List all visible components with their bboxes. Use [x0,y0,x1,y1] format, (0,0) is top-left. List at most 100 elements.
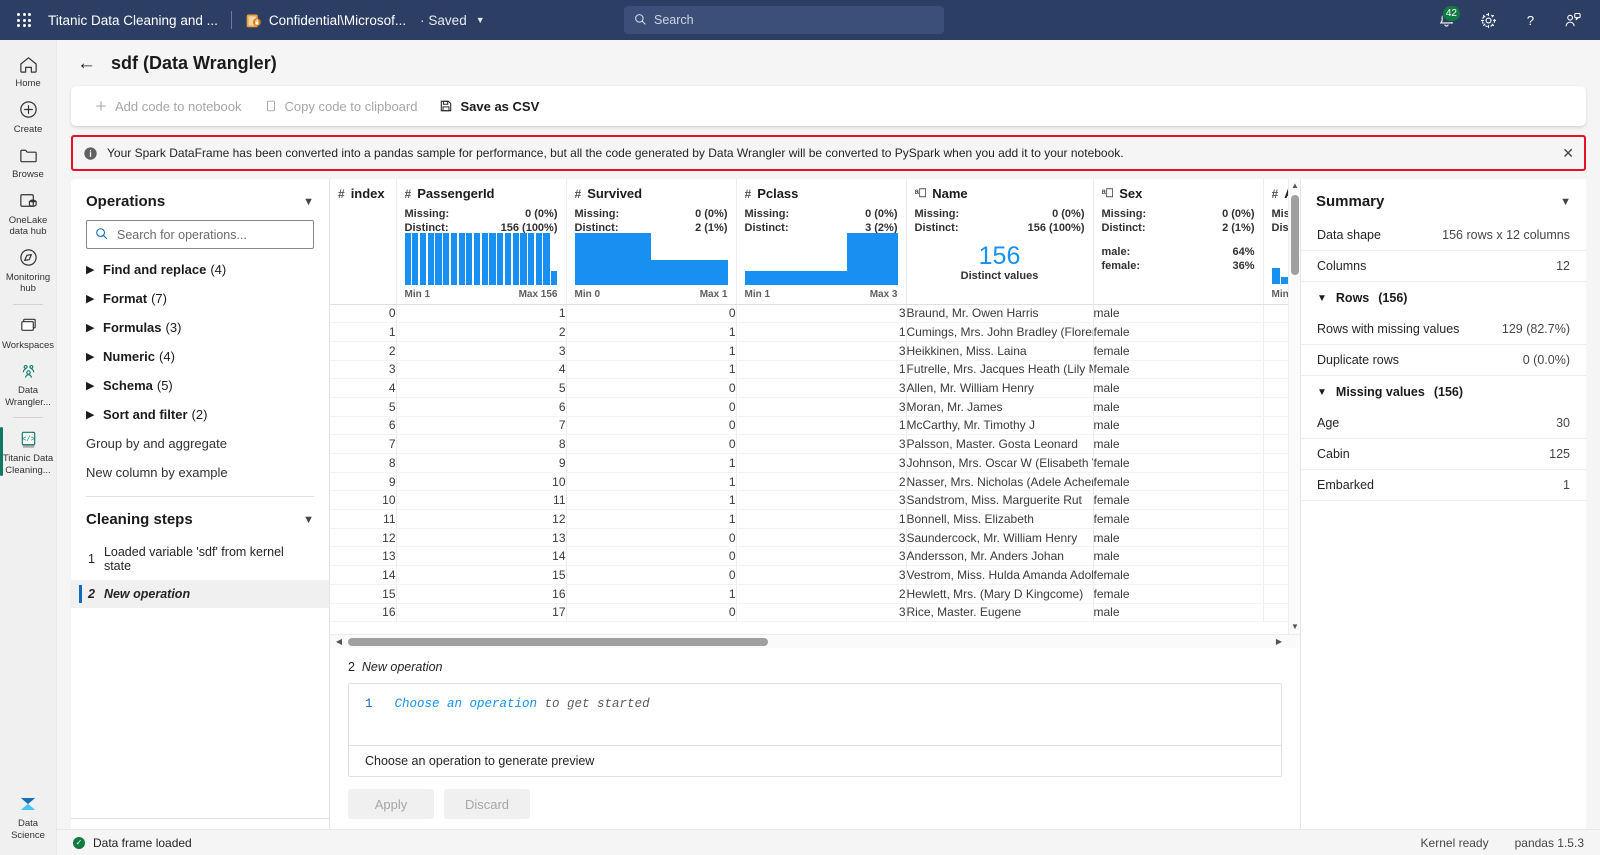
table-cell-index[interactable]: 16 [330,603,397,623]
table-cell-sex[interactable]: male [1093,546,1264,567]
table-cell-sex[interactable]: female [1093,453,1264,473]
table-cell-index[interactable]: 1 [330,322,397,342]
table-cell-survived[interactable]: 1 [566,360,737,380]
table-row[interactable]: 8 9 1 3 Johnson, Mrs. Oscar W (Elisabeth Vil… [330,453,1300,473]
table-row[interactable]: 3 4 1 1 Futrelle, Mrs. Jacques Heath (Lily M… [330,360,1300,380]
chevron-down-icon[interactable]: ▼ [476,15,485,25]
search-operations-input[interactable] [86,220,314,249]
chevron-down-icon[interactable]: ▼ [303,514,314,526]
table-cell-index[interactable]: 8 [330,453,397,473]
save-as-csv-button[interactable]: Save as CSV [430,94,548,119]
table-cell-passengerid[interactable]: 16 [396,584,567,604]
table-cell-survived[interactable]: 0 [566,528,737,548]
sidebar-item-onelake-data-hub[interactable]: OneLake data hub [0,185,57,242]
table-cell-name[interactable]: Bonnell, Miss. Elizabeth [906,509,1094,529]
table-cell-pclass[interactable]: 3 [736,528,907,548]
table-cell-index[interactable]: 6 [330,416,397,436]
table-cell-name[interactable]: Andersson, Mr. Anders Johan [906,546,1094,567]
table-cell-name[interactable]: Cumings, Mrs. John Bradley (Florenc [906,322,1094,342]
table-cell-name[interactable]: Vestrom, Miss. Hulda Amanda Adolf [906,565,1094,585]
vertical-scrollbar[interactable]: ▲ ▼ [1288,179,1300,634]
table-row[interactable]: 12 13 0 3 Saundercock, Mr. William Henry male [330,528,1300,548]
table-cell-passengerid[interactable]: 10 [396,472,567,492]
table-cell-passengerid[interactable]: 13 [396,528,567,548]
table-cell-sex[interactable]: female [1093,584,1264,604]
table-cell-sex[interactable]: male [1093,397,1264,417]
table-cell-passengerid[interactable]: 6 [396,397,567,417]
sidebar-item-browse[interactable]: Browse [0,139,57,185]
settings-button[interactable] [1470,2,1506,38]
operations-group-sort-and-filter[interactable]: ▶ Sort and filter (2) [71,400,329,429]
table-cell-index[interactable]: 12 [330,528,397,548]
table-cell-pclass[interactable]: 2 [736,472,907,492]
table-cell-sex[interactable]: female [1093,360,1264,380]
table-cell-pclass[interactable]: 3 [736,565,907,585]
table-cell-pclass[interactable]: 3 [736,341,907,361]
operations-group-find-and-replace[interactable]: ▶ Find and replace (4) [71,255,329,284]
table-cell-pclass[interactable]: 1 [736,509,907,529]
table-cell-sex[interactable]: female [1093,565,1264,585]
cleaning-step-1[interactable]: 1 Loaded variable 'sdf' from kernel stat… [71,538,329,580]
table-cell-name[interactable]: Palsson, Master. Gosta Leonard [906,434,1094,454]
table-cell-pclass[interactable]: 1 [736,416,907,436]
close-icon[interactable]: ✕ [1562,146,1574,160]
table-row[interactable]: 9 10 1 2 Nasser, Mrs. Nicholas (Adele Achem f… [330,472,1300,492]
table-cell-index[interactable]: 13 [330,546,397,567]
table-cell-sex[interactable]: female [1093,490,1264,511]
sidebar-item-home[interactable]: Home [0,48,57,94]
table-cell-name[interactable]: Johnson, Mrs. Oscar W (Elisabeth Vil [906,453,1094,473]
table-cell-sex[interactable]: male [1093,378,1264,398]
table-cell-survived[interactable]: 1 [566,341,737,361]
add-code-to-notebook-button[interactable]: Add code to notebook [85,94,251,119]
table-cell-index[interactable]: 3 [330,360,397,380]
table-cell-index[interactable]: 4 [330,378,397,398]
sidebar-item-workspaces[interactable]: Workspaces [0,310,57,356]
table-cell-pclass[interactable]: 1 [736,322,907,342]
table-cell-passengerid[interactable]: 5 [396,378,567,398]
table-cell-passengerid[interactable]: 4 [396,360,567,380]
sidebar-item-data-wrangler[interactable]: Data Wrangler... [0,355,57,412]
table-cell-pclass[interactable]: 3 [736,434,907,454]
table-cell-passengerid[interactable]: 11 [396,490,567,511]
table-cell-index[interactable]: 14 [330,565,397,585]
table-cell-pclass[interactable]: 3 [736,546,907,567]
table-row[interactable]: 14 15 0 3 Vestrom, Miss. Hulda Amanda Adolf f… [330,565,1300,585]
table-cell-survived[interactable]: 1 [566,472,737,492]
data-grid-scroll-region[interactable]: # index # PassengerId Missing: 0 (0%) Di… [330,179,1300,634]
horizontal-scrollbar[interactable]: ◀ ▶ [330,634,1300,648]
table-cell-name[interactable]: Heikkinen, Miss. Laina [906,341,1094,361]
scrollbar-thumb[interactable] [348,638,768,646]
operations-group-numeric[interactable]: ▶ Numeric (4) [71,342,329,371]
table-cell-survived[interactable]: 0 [566,434,737,454]
global-search[interactable] [624,6,944,34]
table-cell-passengerid[interactable]: 7 [396,416,567,436]
table-row[interactable]: 10 11 1 3 Sandstrom, Miss. Marguerite Rut fem… [330,490,1300,511]
help-button[interactable]: ? [1512,2,1548,38]
table-cell-survived[interactable]: 0 [566,378,737,398]
table-cell-survived[interactable]: 0 [566,565,737,585]
table-cell-passengerid[interactable]: 15 [396,565,567,585]
column-header-survived[interactable]: # Survived Missing: 0 (0%) Distinct: 2 (1%… [566,179,737,305]
table-cell-index[interactable]: 9 [330,472,397,492]
table-cell-pclass[interactable]: 2 [736,584,907,604]
table-cell-survived[interactable]: 0 [566,546,737,567]
table-cell-passengerid[interactable]: 2 [396,322,567,342]
sidebar-item-create[interactable]: Create [0,94,57,140]
column-header-index[interactable]: # index [330,179,397,305]
table-cell-passengerid[interactable]: 17 [396,603,567,623]
table-row[interactable]: 7 8 0 3 Palsson, Master. Gosta Leonard male [330,434,1300,454]
table-cell-pclass[interactable]: 3 [736,378,907,398]
notifications-button[interactable]: 42 [1428,2,1464,38]
column-header-passengerid[interactable]: # PassengerId Missing: 0 (0%) Distinct: 15… [396,179,567,305]
table-cell-survived[interactable]: 0 [566,416,737,436]
table-row[interactable]: 4 5 0 3 Allen, Mr. William Henry male [330,378,1300,398]
table-cell-survived[interactable]: 1 [566,584,737,604]
sidebar-item-data-science[interactable]: Data Science [0,788,57,845]
feedback-button[interactable] [1554,2,1590,38]
table-cell-survived[interactable]: 0 [566,603,737,623]
table-cell-survived[interactable]: 1 [566,509,737,529]
table-cell-sex[interactable]: male [1093,603,1264,623]
table-cell-passengerid[interactable]: 12 [396,509,567,529]
table-cell-pclass[interactable]: 1 [736,360,907,380]
table-cell-index[interactable]: 2 [330,341,397,361]
